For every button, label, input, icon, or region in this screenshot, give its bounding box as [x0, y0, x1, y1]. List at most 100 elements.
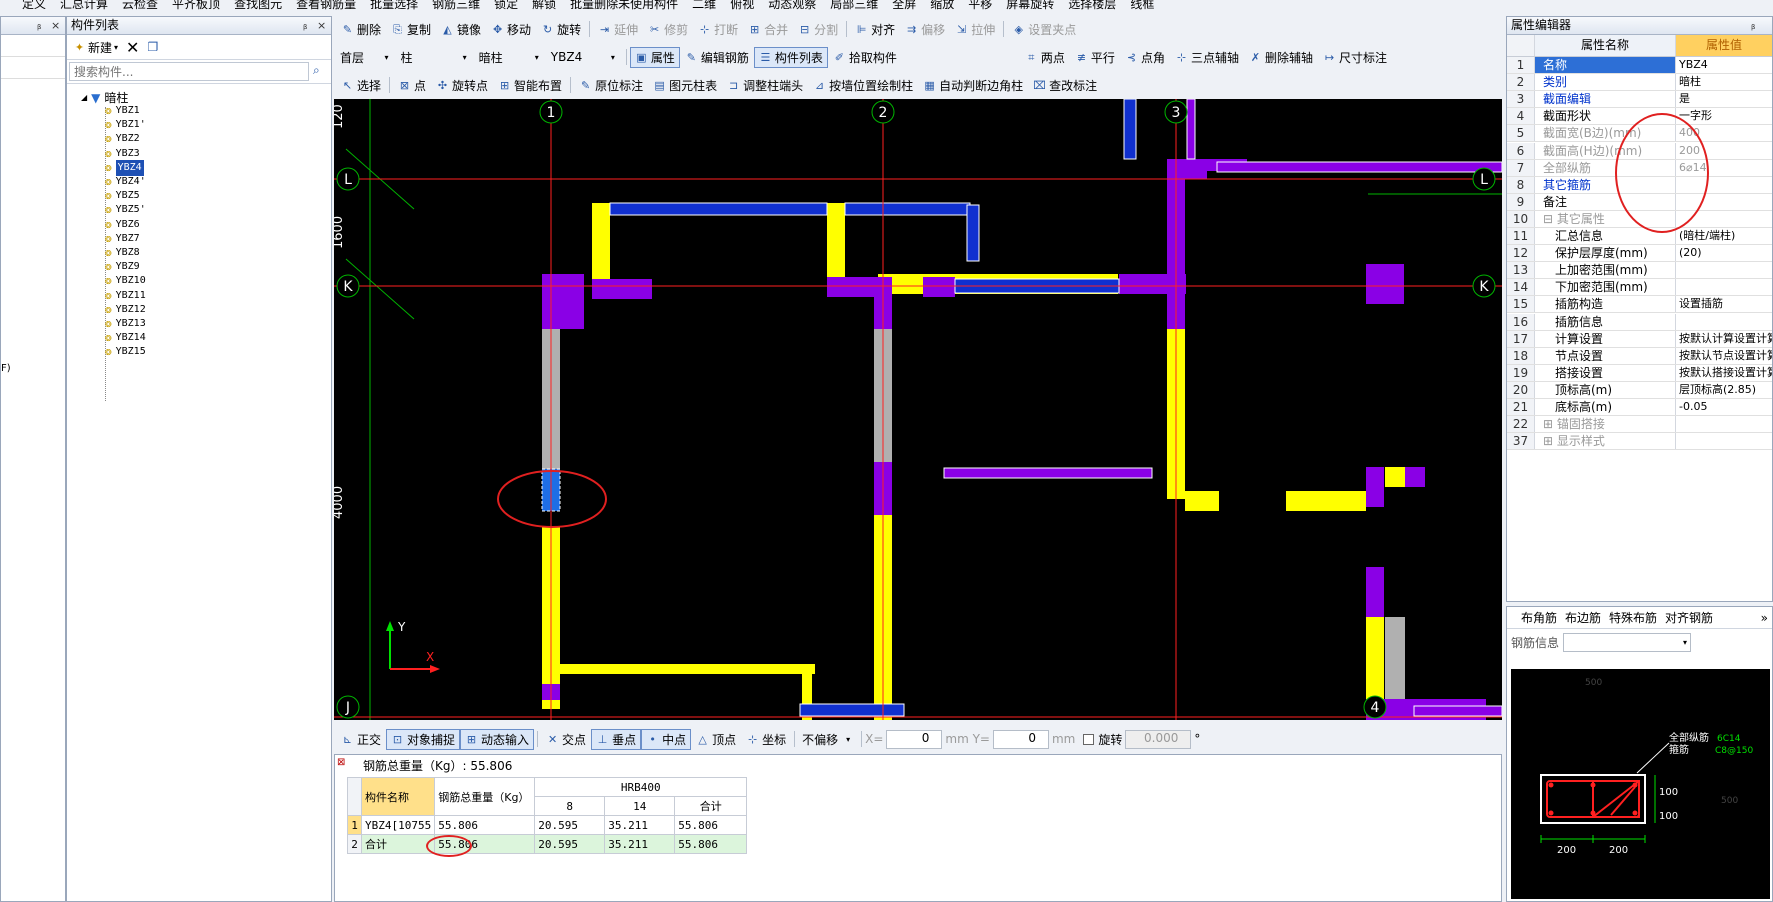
tool3-2[interactable]: ✣ 旋转点 — [431, 75, 493, 96]
section-tab-0[interactable]: 布角筋 — [1521, 609, 1557, 626]
property-row[interactable]: 2 类别 暗柱 — [1507, 74, 1772, 92]
property-row[interactable]: 18 节点设置 按默认节点设置计算 — [1507, 347, 1772, 365]
property-row[interactable]: 20 顶标高(m) 层顶标高(2.85) — [1507, 381, 1772, 399]
tool2-0[interactable]: ▣ 属性 — [629, 46, 680, 68]
status-toggle-0[interactable]: ⊾ 正交 — [336, 729, 386, 750]
menu-item-2[interactable]: 云检查 — [122, 0, 158, 12]
tool-12[interactable]: ⇲ 拉伸 — [950, 19, 1000, 40]
section-tab-3[interactable]: 对齐钢筋 — [1665, 609, 1713, 626]
tool3-7[interactable]: ⊿ 按墙位置绘制柱 — [808, 75, 918, 96]
property-row[interactable]: 22 ⊞ 锚固搭接 — [1507, 416, 1772, 434]
tool-11[interactable]: ⇉ 偏移 — [900, 19, 950, 40]
property-row[interactable]: 21 底标高(m) -0.05 — [1507, 399, 1772, 416]
copy-icon[interactable]: ❐ — [147, 40, 158, 54]
property-row[interactable]: 11 汇总信息 (暗柱/端柱) — [1507, 228, 1772, 245]
tool3-4[interactable]: ✎ 原位标注 — [574, 75, 648, 96]
search-input[interactable] — [69, 62, 309, 81]
tool2-5[interactable]: ≢ 平行 — [1070, 47, 1120, 68]
menu-item-9[interactable]: 解锁 — [532, 0, 556, 12]
status-toggle-6[interactable]: △ 顶点 — [691, 729, 741, 750]
tool-7[interactable]: ⊹ 打断 — [693, 19, 743, 40]
menu-item-15[interactable]: 全屏 — [892, 0, 916, 12]
menu-item-11[interactable]: 二维 — [692, 0, 716, 12]
tool-13[interactable]: ◈ 设置夹点 — [1007, 19, 1081, 40]
menu-item-0[interactable]: 定义 — [22, 0, 46, 12]
more-icon[interactable]: » — [1761, 611, 1772, 625]
tool3-8[interactable]: ▦ 自动判断边角柱 — [918, 75, 1028, 96]
drawing-canvas[interactable]: 1 2 3 4 L K J L K 120 1600 4000 Y X — [334, 99, 1502, 720]
tool3-3[interactable]: ⊞ 智能布置 — [493, 75, 567, 96]
pin-icon[interactable]: ᵦ — [303, 17, 307, 34]
close-icon[interactable]: × — [317, 17, 326, 34]
status-toggle-5[interactable]: • 中点 — [641, 728, 692, 750]
section-tab-1[interactable]: 布边筋 — [1565, 609, 1601, 626]
menu-item-20[interactable]: 线框 — [1130, 0, 1154, 12]
type-select[interactable]: 柱 ▾ — [397, 48, 471, 67]
status-toggle-4[interactable]: ⊥ 垂点 — [591, 728, 642, 750]
property-row[interactable]: 12 保护层厚度(mm) (20) — [1507, 245, 1772, 263]
tool3-1[interactable]: ⊠ 点 — [393, 75, 431, 96]
menu-item-12[interactable]: 俯视 — [730, 0, 754, 12]
tool3-9[interactable]: ⌧ 查改标注 — [1028, 75, 1102, 96]
property-row[interactable]: 1 名称 YBZ4 — [1507, 57, 1772, 74]
tool2-1[interactable]: ✎ 编辑钢筋 — [680, 47, 754, 68]
property-row[interactable]: 14 下加密范围(mm) — [1507, 279, 1772, 297]
property-row[interactable]: 16 插筋信息 — [1507, 313, 1772, 331]
tool2-4[interactable]: ⌗ 两点 — [1020, 47, 1070, 68]
tool-2[interactable]: ◭ 镜像 — [436, 19, 486, 40]
tool-4[interactable]: ↻ 旋转 — [536, 19, 586, 40]
property-row[interactable]: 15 插筋构造 设置插筋 — [1507, 296, 1772, 314]
menu-item-18[interactable]: 屏幕旋转 — [1006, 0, 1054, 12]
floor-select[interactable]: 首层 ▾ — [336, 48, 393, 67]
component-select[interactable]: YBZ4 ▾ — [547, 48, 619, 67]
table-row[interactable]: 1 YBZ4[10755 55.806 20.595 35.211 55.806 — [347, 815, 748, 835]
tool-3[interactable]: ✥ 移动 — [486, 19, 536, 40]
tool3-5[interactable]: ▤ 图元柱表 — [648, 75, 722, 96]
property-row[interactable]: 19 搭接设置 按默认搭接设置计算 — [1507, 364, 1772, 382]
status-toggle-1[interactable]: ⊡ 对象捕捉 — [386, 728, 461, 750]
property-row[interactable]: 3 截面编辑是 — [1507, 91, 1772, 109]
new-button[interactable]: ✦ 新建 ▾ — [73, 39, 118, 56]
tool3-6[interactable]: ⊐ 调整柱端头 — [722, 75, 808, 96]
menu-item-17[interactable]: 平移 — [968, 0, 992, 12]
status-toggle-7[interactable]: ⊹ 坐标 — [741, 729, 791, 750]
menu-item-5[interactable]: 查看钢筋量 — [296, 0, 356, 12]
tool-5[interactable]: ⇥ 延伸 — [593, 19, 643, 40]
property-row[interactable]: 13 上加密范围(mm) — [1507, 262, 1772, 280]
menu-item-8[interactable]: 锁定 — [494, 0, 518, 12]
status-toggle-2[interactable]: ⊞ 动态输入 — [460, 728, 535, 750]
y-input[interactable]: 0 — [992, 729, 1049, 749]
menu-item-19[interactable]: 选择楼层 — [1068, 0, 1116, 12]
rotate-input[interactable]: 0.000 — [1125, 729, 1192, 749]
tool2-6[interactable]: ⊰ 点角 — [1120, 47, 1170, 68]
search-icon[interactable]: ⌕ — [313, 63, 320, 78]
menu-item-16[interactable]: 缩放 — [930, 0, 954, 12]
tool2-2[interactable]: ☰ 构件列表 — [753, 46, 828, 68]
menu-item-1[interactable]: 汇总计算 — [60, 0, 108, 12]
tool-0[interactable]: ✎ 删除 — [336, 19, 386, 40]
delete-icon[interactable]: ✕ — [126, 38, 139, 57]
tool-8[interactable]: ⊞ 合并 — [743, 19, 793, 40]
table-row[interactable]: 2 合计 55.806 20.595 35.211 55.806 — [347, 834, 748, 854]
subtype-select[interactable]: 暗柱 ▾ — [475, 48, 543, 67]
menu-item-7[interactable]: 钢筋三维 — [432, 0, 480, 12]
tool-6[interactable]: ✂ 修剪 — [643, 19, 693, 40]
menu-item-4[interactable]: 查找图元 — [234, 0, 282, 12]
menu-item-6[interactable]: 批量选择 — [370, 0, 418, 12]
tool2-7[interactable]: ⊹ 三点辅轴 — [1170, 47, 1244, 68]
rotate-checkbox[interactable] — [1083, 733, 1095, 745]
status-toggle-3[interactable]: ✕ 交点 — [541, 729, 591, 750]
tool2-3[interactable]: ✐ 拾取构件 — [828, 47, 902, 68]
tool2-8[interactable]: ✗ 删除辅轴 — [1244, 47, 1318, 68]
menu-item-14[interactable]: 局部三维 — [830, 0, 878, 12]
section-canvas[interactable]: 全部纵筋 箍筋 6C14 C8@150 200 200 100 100 500 … — [1511, 669, 1770, 899]
offset-select[interactable]: 不偏移 ▾ — [798, 730, 854, 749]
menu-item-13[interactable]: 动态观察 — [768, 0, 816, 12]
tree-item[interactable]: ❂ YBZ15 — [105, 344, 146, 360]
rebar-info-select[interactable]: ▾ — [1563, 632, 1692, 652]
tool2-9[interactable]: ↦ 尺寸标注 — [1318, 47, 1392, 68]
property-row[interactable]: 17 计算设置 按默认计算设置计算 — [1507, 330, 1772, 348]
tool-9[interactable]: ⊟ 分割 — [793, 19, 843, 40]
tool3-0[interactable]: ↖ 选择 — [336, 75, 386, 96]
tool-10[interactable]: ⊫ 对齐 — [850, 19, 900, 40]
